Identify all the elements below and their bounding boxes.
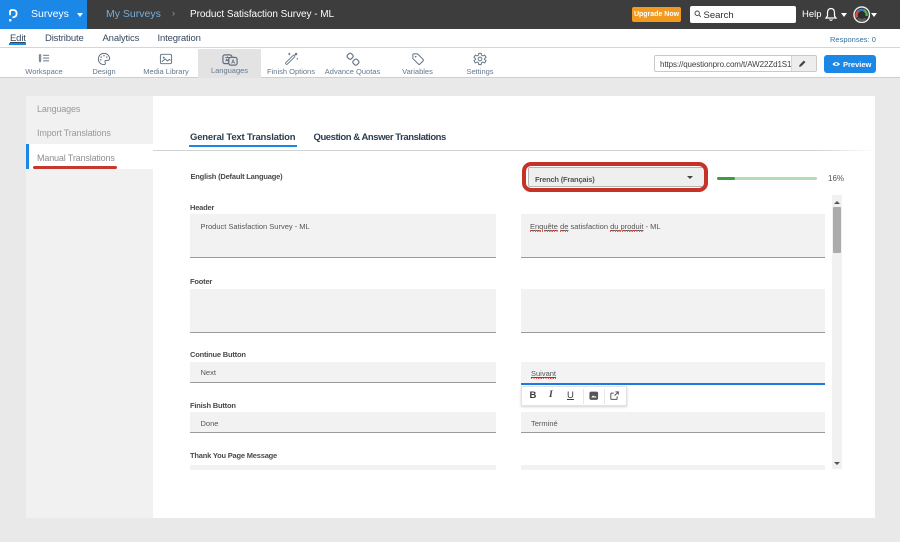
svg-text:A: A xyxy=(231,59,235,65)
